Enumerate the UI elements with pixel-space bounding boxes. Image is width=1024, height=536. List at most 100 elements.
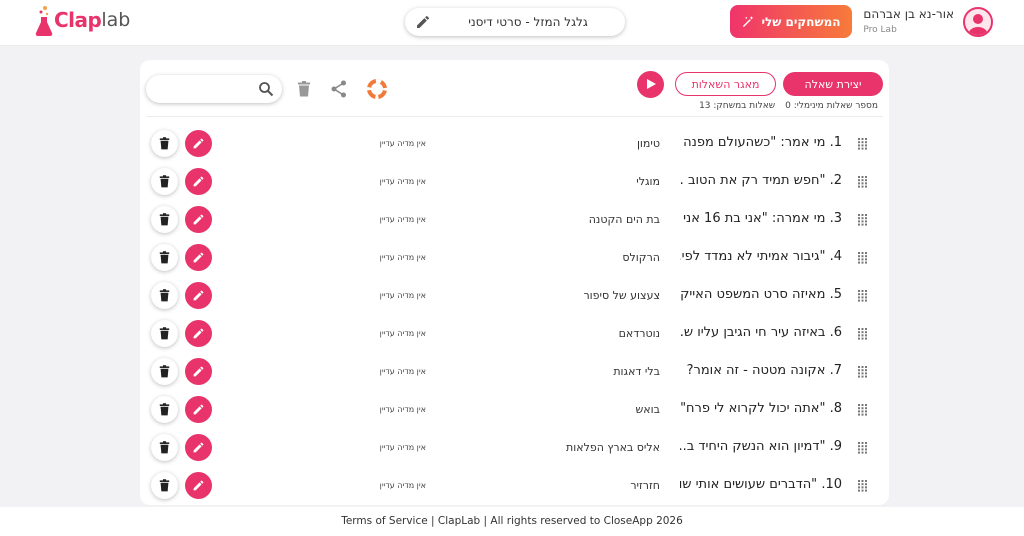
question-text: 8. "אתה יכול לקרוא לי פרח" ... bbox=[680, 401, 842, 416]
drag-handle-icon[interactable] bbox=[858, 138, 868, 150]
question-row[interactable]: 8. "אתה יכול לקרוא לי פרח" ... בואש אין … bbox=[140, 391, 889, 429]
drag-handle-icon[interactable] bbox=[858, 328, 868, 340]
trash-icon bbox=[159, 289, 170, 302]
flask-icon bbox=[35, 6, 53, 37]
question-row[interactable]: 1. מי אמר: "כשהעולם מפנה ... טימון אין מ… bbox=[140, 125, 889, 163]
question-counts: מספר שאלות מינימלי: 0 שאלות במשחק: 13 bbox=[699, 101, 878, 111]
game-title-field[interactable]: גלגל המזל - סרטי דיסני bbox=[405, 8, 625, 36]
question-answer: בלי דאגות bbox=[613, 365, 660, 378]
question-row[interactable]: 4. "גיבור אמיתי לא נמדד לפי... הרקולס אי… bbox=[140, 239, 889, 277]
question-text: 9. "דמיון הוא הנשק היחיד ב... bbox=[680, 439, 842, 454]
drag-handle-icon[interactable] bbox=[858, 252, 868, 264]
pencil-icon bbox=[193, 442, 204, 453]
question-row[interactable]: 6. באיזה עיר חי הגיבן עליו ש... נוטרדאם … bbox=[140, 315, 889, 353]
search-input[interactable] bbox=[158, 80, 253, 98]
media-status: אין מדיה עדיין bbox=[379, 329, 426, 338]
questions-panel: יצירת שאלה מאגר השאלות מספר שאלות מינימל… bbox=[140, 60, 889, 505]
search-box[interactable] bbox=[146, 75, 282, 103]
delete-question-button[interactable] bbox=[151, 320, 178, 347]
edit-question-button[interactable] bbox=[185, 206, 212, 233]
pencil-icon bbox=[193, 214, 204, 225]
game-questions-label: שאלות במשחק: 13 bbox=[699, 101, 776, 111]
edit-question-button[interactable] bbox=[185, 168, 212, 195]
my-games-button[interactable]: המשחקים שלי bbox=[730, 5, 852, 38]
drag-handle-icon[interactable] bbox=[858, 290, 868, 302]
question-answer: הרקולס bbox=[622, 251, 660, 264]
question-text: 7. אקונה מטטה - זה אומר? bbox=[686, 363, 842, 378]
user-avatar-icon bbox=[968, 14, 988, 35]
question-row[interactable]: 3. מי אמרה: "אני בת 16 אני ... בת הים הק… bbox=[140, 201, 889, 239]
media-status: אין מדיה עדיין bbox=[379, 443, 426, 452]
play-button[interactable] bbox=[637, 71, 664, 98]
question-answer: נוטרדאם bbox=[618, 327, 660, 340]
question-bank-button[interactable]: מאגר השאלות bbox=[675, 72, 776, 96]
question-row[interactable]: 2. "חפש תמיד רק את הטוב ... מוגלי אין מד… bbox=[140, 163, 889, 201]
avatar[interactable] bbox=[963, 7, 993, 37]
drag-handle-icon[interactable] bbox=[858, 442, 868, 454]
delete-question-button[interactable] bbox=[151, 434, 178, 461]
trash-icon bbox=[159, 213, 170, 226]
edit-question-button[interactable] bbox=[185, 358, 212, 385]
trash-icon bbox=[159, 365, 170, 378]
pencil-icon bbox=[193, 404, 204, 415]
trash-icon bbox=[159, 403, 170, 416]
delete-question-button[interactable] bbox=[151, 472, 178, 499]
lifebuoy-icon[interactable] bbox=[367, 79, 387, 99]
pencil-icon bbox=[193, 252, 204, 263]
trash-icon bbox=[159, 175, 170, 188]
question-row[interactable]: 10. "הדברים שעושים אותי שו... חזרזיר אין… bbox=[140, 467, 889, 505]
edit-question-button[interactable] bbox=[185, 434, 212, 461]
delete-question-button[interactable] bbox=[151, 206, 178, 233]
delete-question-button[interactable] bbox=[151, 358, 178, 385]
question-answer: צעצוע של סיפור bbox=[583, 289, 660, 302]
pencil-icon bbox=[193, 138, 204, 149]
question-row[interactable]: 5. מאיזה סרט המשפט האייק... צעצוע של סיפ… bbox=[140, 277, 889, 315]
trash-icon bbox=[159, 137, 170, 150]
drag-handle-icon[interactable] bbox=[858, 176, 868, 188]
pencil-icon bbox=[193, 480, 204, 491]
share-icon[interactable] bbox=[331, 80, 347, 98]
delete-question-button[interactable] bbox=[151, 244, 178, 271]
question-row[interactable]: 7. אקונה מטטה - זה אומר? בלי דאגות אין מ… bbox=[140, 353, 889, 391]
delete-question-button[interactable] bbox=[151, 168, 178, 195]
edit-question-button[interactable] bbox=[185, 472, 212, 499]
search-icon[interactable] bbox=[258, 81, 274, 97]
trash-icon bbox=[159, 441, 170, 454]
question-text: 3. מי אמרה: "אני בת 16 אני ... bbox=[680, 211, 842, 226]
claplab-logo[interactable]: Clap lab bbox=[34, 2, 130, 38]
question-row[interactable]: 9. "דמיון הוא הנשק היחיד ב... אליס בארץ … bbox=[140, 429, 889, 467]
media-status: אין מדיה עדיין bbox=[379, 177, 426, 186]
drag-handle-icon[interactable] bbox=[858, 480, 868, 492]
edit-question-button[interactable] bbox=[185, 396, 212, 423]
question-answer: טימון bbox=[636, 137, 660, 150]
media-status: אין מדיה עדיין bbox=[379, 215, 426, 224]
pencil-icon[interactable] bbox=[415, 14, 431, 30]
drag-handle-icon[interactable] bbox=[858, 404, 868, 416]
drag-handle-icon[interactable] bbox=[858, 214, 868, 226]
my-games-label: המשחקים שלי bbox=[761, 14, 841, 29]
media-status: אין מדיה עדיין bbox=[379, 253, 426, 262]
trash-icon[interactable] bbox=[297, 81, 311, 97]
edit-question-button[interactable] bbox=[185, 244, 212, 271]
delete-question-button[interactable] bbox=[151, 396, 178, 423]
pencil-icon bbox=[193, 366, 204, 377]
edit-question-button[interactable] bbox=[185, 130, 212, 157]
delete-question-button[interactable] bbox=[151, 282, 178, 309]
pencil-icon bbox=[193, 176, 204, 187]
game-title: גלגל המזל - סרטי דיסני bbox=[468, 15, 588, 29]
media-status: אין מדיה עדיין bbox=[379, 405, 426, 414]
delete-question-button[interactable] bbox=[151, 130, 178, 157]
edit-question-button[interactable] bbox=[185, 282, 212, 309]
footer: Terms of Service | ClapLab | All rights … bbox=[0, 507, 1024, 536]
media-status: אין מדיה עדיין bbox=[379, 139, 426, 148]
drag-handle-icon[interactable] bbox=[858, 366, 868, 378]
question-answer: אליס בארץ הפלאות bbox=[566, 441, 660, 454]
media-status: אין מדיה עדיין bbox=[379, 291, 426, 300]
question-answer: מוגלי bbox=[636, 175, 660, 188]
user-info[interactable]: אור-נא בן אברהם Pro Lab bbox=[863, 7, 954, 35]
edit-question-button[interactable] bbox=[185, 320, 212, 347]
create-question-button[interactable]: יצירת שאלה bbox=[783, 72, 883, 96]
user-name: אור-נא בן אברהם bbox=[863, 7, 954, 21]
top-bar: Clap lab גלגל המזל - סרטי דיסני המשחקים ש… bbox=[0, 0, 1024, 46]
divider bbox=[146, 116, 883, 117]
